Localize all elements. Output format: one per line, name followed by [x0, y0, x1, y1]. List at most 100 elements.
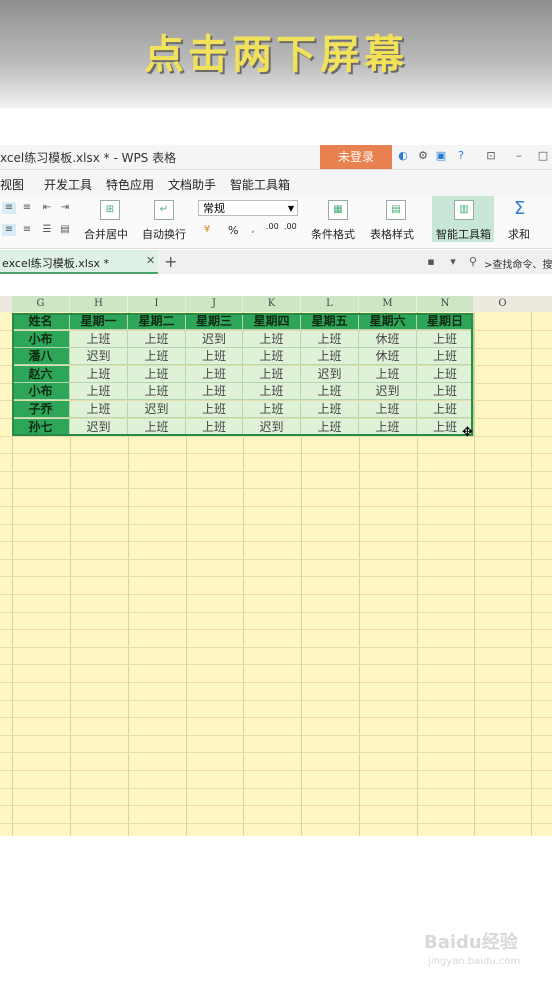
table-header-cell[interactable]: 星期五 [301, 313, 359, 330]
align-center-icon[interactable]: ≡ [20, 202, 34, 214]
attendance-cell[interactable]: 上班 [128, 348, 186, 365]
align-right-icon[interactable]: ≡ [20, 224, 34, 236]
attendance-cell[interactable]: 上班 [128, 366, 186, 383]
table-header-cell[interactable]: 星期二 [128, 313, 186, 330]
attendance-cell[interactable]: 上班 [301, 401, 359, 418]
attendance-cell[interactable]: 上班 [417, 366, 474, 383]
attendance-cell[interactable]: 休班 [359, 331, 417, 348]
attendance-cell[interactable]: 上班 [417, 383, 474, 400]
attendance-cell[interactable]: 上班 [417, 401, 474, 418]
column-header-i[interactable]: I [128, 296, 185, 312]
document-tab[interactable]: excel练习模板.xlsx * ✕ [0, 250, 158, 274]
attendance-cell[interactable]: 上班 [417, 331, 474, 348]
merge-center-button[interactable]: 合并居中 [84, 226, 128, 242]
attendance-cell[interactable]: 上班 [359, 366, 417, 383]
attendance-cell[interactable]: 迟到 [128, 401, 186, 418]
attendance-cell[interactable]: 上班 [359, 419, 417, 436]
attendance-cell[interactable]: 上班 [417, 348, 474, 365]
dropdown-icon[interactable]: ▾ [446, 255, 460, 269]
login-button[interactable]: 未登录 [320, 145, 392, 169]
table-header-cell[interactable]: 姓名 [12, 313, 70, 330]
align-left-icon[interactable]: ≡ [2, 202, 16, 214]
attendance-cell[interactable]: 上班 [243, 401, 301, 418]
auto-wrap-button[interactable]: 自动换行 [142, 226, 186, 242]
attendance-cell[interactable]: 上班 [186, 383, 243, 400]
table-header-cell[interactable]: 星期三 [186, 313, 243, 330]
menu-developer[interactable]: 开发工具 [44, 176, 92, 193]
percent-button[interactable]: % [228, 224, 238, 237]
attendance-cell[interactable]: 迟到 [186, 331, 243, 348]
sum-icon[interactable]: Σ [514, 198, 525, 219]
search-icon[interactable]: ⚲ [466, 255, 480, 269]
column-header-j[interactable]: J [186, 296, 242, 312]
attendance-cell[interactable]: 上班 [243, 383, 301, 400]
column-header-o[interactable]: O [474, 296, 531, 312]
column-header-k[interactable]: K [243, 296, 300, 312]
attendance-cell[interactable]: 上班 [186, 401, 243, 418]
name-cell[interactable]: 赵六 [12, 366, 70, 383]
attendance-cell[interactable]: 休班 [359, 348, 417, 365]
number-format-select[interactable]: 常规 ▼ [198, 200, 298, 216]
table-header-cell[interactable]: 星期四 [243, 313, 301, 330]
menu-smart-toolbox[interactable]: 智能工具箱 [230, 176, 290, 193]
attendance-cell[interactable]: 上班 [186, 348, 243, 365]
close-icon[interactable]: ✕ [146, 254, 155, 267]
smart-toolbox-button[interactable]: ▥ 智能工具箱 [432, 196, 494, 242]
decrease-decimal-button[interactable]: .00 [284, 222, 297, 231]
menu-features[interactable]: 特色应用 [106, 176, 154, 193]
currency-icon[interactable]: ¥ [200, 224, 214, 236]
table-header-cell[interactable]: 星期一 [70, 313, 128, 330]
skin-icon[interactable]: ◐ [396, 149, 410, 163]
column-header-m[interactable]: M [359, 296, 416, 312]
attendance-cell[interactable]: 迟到 [70, 348, 128, 365]
help-icon[interactable]: ? [454, 149, 468, 163]
column-header-g[interactable]: G [12, 296, 69, 312]
attendance-cell[interactable]: 上班 [70, 366, 128, 383]
name-cell[interactable]: 孙七 [12, 419, 70, 436]
menu-doc-assistant[interactable]: 文档助手 [168, 176, 216, 193]
menu-view[interactable]: 视图 [0, 176, 24, 193]
attendance-cell[interactable]: 上班 [243, 331, 301, 348]
table-header-cell[interactable]: 星期六 [359, 313, 417, 330]
attendance-cell[interactable]: 迟到 [243, 419, 301, 436]
attendance-cell[interactable]: 上班 [186, 366, 243, 383]
sum-button[interactable]: 求和 [508, 226, 530, 242]
attendance-cell[interactable]: 迟到 [359, 383, 417, 400]
attendance-cell[interactable]: 上班 [359, 401, 417, 418]
name-cell[interactable]: 潘八 [12, 348, 70, 365]
merge-center-icon[interactable]: ⊞ [100, 200, 120, 220]
attendance-cell[interactable]: 迟到 [70, 419, 128, 436]
table-header-cell[interactable]: 星期日 [417, 313, 474, 330]
attendance-cell[interactable]: 上班 [243, 348, 301, 365]
justify-icon[interactable]: ≡ [2, 224, 16, 236]
indent-increase-icon[interactable]: ⇥ [58, 202, 72, 214]
attendance-cell[interactable]: 上班 [128, 331, 186, 348]
attendance-cell[interactable]: 上班 [243, 366, 301, 383]
attendance-cell[interactable]: 上班 [70, 331, 128, 348]
thousands-icon[interactable]: , [246, 224, 260, 236]
command-search-input[interactable]: >查找命令、搜 [484, 256, 552, 271]
settings-icon[interactable]: ⚙ [416, 149, 430, 163]
attendance-cell[interactable]: 上班 [70, 401, 128, 418]
indent-decrease-icon[interactable]: ⇤ [40, 202, 54, 214]
maximize-icon[interactable]: □ [536, 149, 550, 163]
attendance-cell[interactable]: 上班 [301, 348, 359, 365]
increase-decimal-button[interactable]: .00 [266, 222, 279, 231]
share-icon[interactable]: ▣ [434, 149, 448, 163]
conditional-format-icon[interactable]: ▦ [328, 200, 348, 220]
restore-icon[interactable]: ⊡ [484, 149, 498, 163]
add-tab-icon[interactable]: + [164, 252, 177, 271]
lock-icon[interactable]: ▪ [424, 255, 438, 269]
attendance-cell[interactable]: 上班 [128, 419, 186, 436]
column-header-l[interactable]: L [301, 296, 358, 312]
distribute-icon[interactable]: ☰ [40, 224, 54, 236]
attendance-cell[interactable]: 上班 [301, 331, 359, 348]
attendance-cell[interactable]: 迟到 [301, 366, 359, 383]
table-style-icon[interactable]: ▤ [386, 200, 406, 220]
attendance-cell[interactable]: 上班 [301, 383, 359, 400]
attendance-cell[interactable]: 上班 [70, 383, 128, 400]
auto-wrap-icon[interactable]: ↵ [154, 200, 174, 220]
table-style-button[interactable]: 表格样式 [370, 226, 414, 242]
column-header-h[interactable]: H [70, 296, 127, 312]
attendance-cell[interactable]: 上班 [128, 383, 186, 400]
